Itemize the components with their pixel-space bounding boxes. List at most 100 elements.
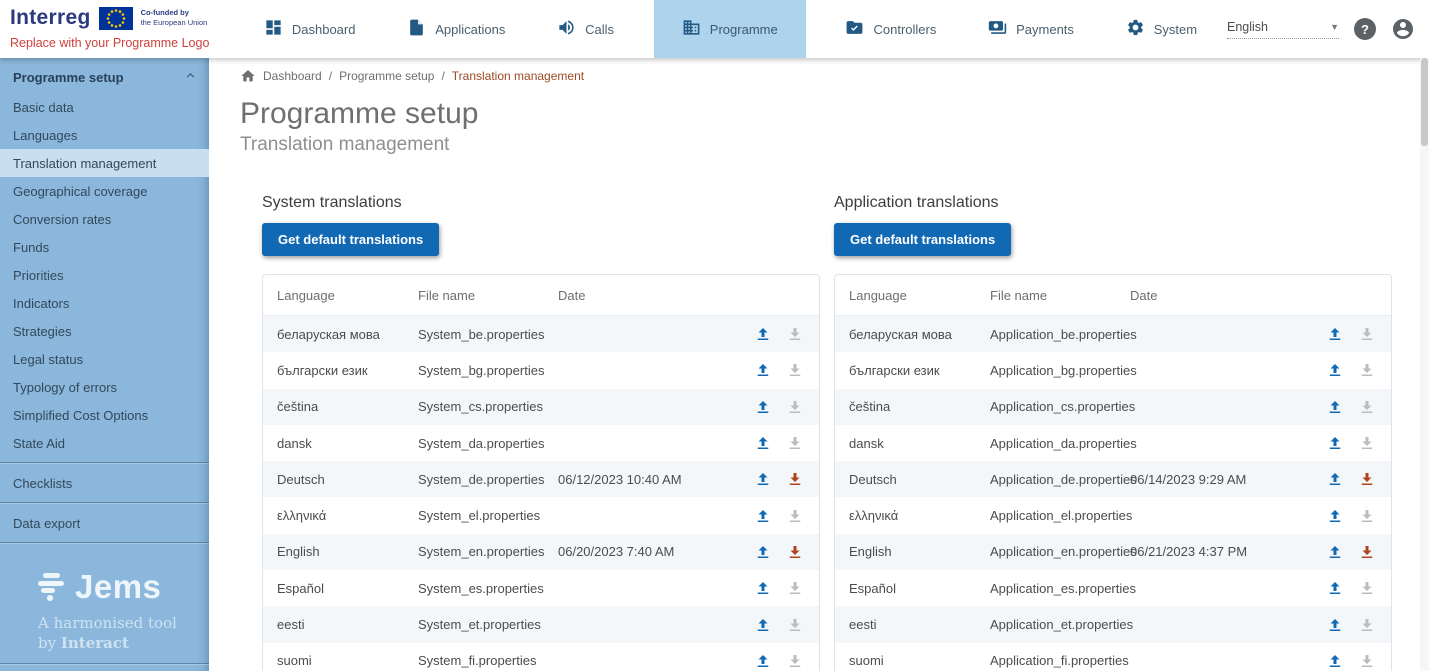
vertical-scrollbar[interactable]	[1420, 58, 1429, 671]
nav-calls[interactable]: Calls	[545, 0, 626, 58]
nav-label: Dashboard	[292, 22, 356, 37]
upload-icon[interactable]	[754, 579, 772, 597]
breadcrumb-item-translation-management: Translation management	[452, 69, 584, 83]
column-header-file-name: File name	[990, 288, 1130, 303]
upload-icon[interactable]	[754, 434, 772, 452]
table-header-row: LanguageFile nameDate	[835, 275, 1391, 316]
sidebar-item-data-export[interactable]: Data export	[0, 509, 209, 537]
get-default-translations-button[interactable]: Get default translations	[262, 223, 439, 256]
sidebar-item-typology-of-errors[interactable]: Typology of errors	[0, 373, 209, 401]
date-cell: 06/20/2023 7:40 AM	[558, 544, 726, 559]
upload-icon[interactable]	[1326, 398, 1344, 416]
nav-programme[interactable]: Programme	[654, 0, 806, 58]
calls-icon	[557, 18, 576, 40]
nav-label: System	[1154, 22, 1197, 37]
upload-icon[interactable]	[1326, 470, 1344, 488]
download-icon	[786, 325, 804, 343]
download-icon	[786, 361, 804, 379]
upload-icon[interactable]	[754, 325, 772, 343]
file-name-cell: Application_bg.properties	[990, 363, 1130, 378]
language-cell: Español	[835, 581, 990, 596]
download-icon	[786, 434, 804, 452]
translations-table: LanguageFile nameDateбеларуская моваSyst…	[262, 274, 820, 671]
upload-icon[interactable]	[1326, 325, 1344, 343]
language-cell: eesti	[263, 617, 418, 632]
language-cell: English	[835, 544, 990, 559]
nav-payments[interactable]: Payments	[976, 0, 1086, 58]
breadcrumb-item-programme-setup[interactable]: Programme setup	[339, 69, 434, 83]
upload-icon[interactable]	[754, 398, 772, 416]
table-header-row: LanguageFile nameDate	[263, 275, 819, 316]
home-icon[interactable]	[240, 68, 256, 84]
sidebar-divider	[0, 462, 209, 464]
upload-icon[interactable]	[754, 652, 772, 670]
download-icon	[1358, 579, 1376, 597]
nav-label: Applications	[435, 22, 505, 37]
sidebar-item-basic-data[interactable]: Basic data	[0, 93, 209, 121]
application-translations-card: Application translationsGet default tran…	[834, 194, 1392, 671]
chevron-up-icon	[184, 69, 197, 85]
jems-logo: Jems A harmonised tool by Interact	[0, 568, 209, 654]
user-icon[interactable]	[1391, 17, 1415, 41]
sidebar-item-indicators[interactable]: Indicators	[0, 289, 209, 317]
sidebar-item-funds[interactable]: Funds	[0, 233, 209, 261]
download-icon	[1358, 361, 1376, 379]
programme-icon	[682, 18, 701, 40]
table-row: беларуская моваSystem_be.properties	[263, 316, 819, 352]
download-icon[interactable]	[786, 543, 804, 561]
upload-icon[interactable]	[1326, 507, 1344, 525]
download-icon[interactable]	[1358, 543, 1376, 561]
upload-icon[interactable]	[1326, 579, 1344, 597]
sidebar-item-priorities[interactable]: Priorities	[0, 261, 209, 289]
language-cell: čeština	[835, 399, 990, 414]
sidebar-item-translation-management[interactable]: Translation management	[0, 149, 209, 177]
upload-icon[interactable]	[754, 470, 772, 488]
language-cell: беларуская мова	[835, 327, 990, 342]
file-name-cell: Application_fi.properties	[990, 653, 1130, 668]
table-row: eestiApplication_et.properties	[835, 606, 1391, 642]
download-icon	[1358, 434, 1376, 452]
table-row: ελληνικάApplication_el.properties	[835, 497, 1391, 533]
sidebar-item-strategies[interactable]: Strategies	[0, 317, 209, 345]
language-cell: dansk	[835, 436, 990, 451]
language-selector[interactable]: English ▼	[1227, 20, 1339, 39]
upload-icon[interactable]	[754, 543, 772, 561]
chevron-down-icon: ▼	[1330, 22, 1339, 32]
table-row: EnglishSystem_en.properties06/20/2023 7:…	[263, 534, 819, 570]
breadcrumb-item-dashboard[interactable]: Dashboard	[263, 69, 322, 83]
upload-icon[interactable]	[1326, 434, 1344, 452]
download-icon[interactable]	[786, 470, 804, 488]
section-title: System translations	[262, 194, 820, 212]
breadcrumb-separator: /	[329, 69, 332, 83]
sidebar-item-simplified-cost-options[interactable]: Simplified Cost Options	[0, 401, 209, 429]
sidebar-item-legal-status[interactable]: Legal status	[0, 345, 209, 373]
file-name-cell: Application_da.properties	[990, 436, 1130, 451]
upload-icon[interactable]	[1326, 652, 1344, 670]
nav-system[interactable]: System	[1114, 0, 1209, 58]
main-content: Dashboard/Programme setup/Translation ma…	[209, 58, 1429, 671]
help-icon[interactable]: ?	[1354, 18, 1376, 40]
sidebar-item-state-aid[interactable]: State Aid	[0, 429, 209, 457]
nav-applications[interactable]: Applications	[395, 0, 517, 58]
upload-icon[interactable]	[754, 616, 772, 634]
upload-icon[interactable]	[1326, 543, 1344, 561]
sidebar-item-languages[interactable]: Languages	[0, 121, 209, 149]
sidebar-item-conversion-rates[interactable]: Conversion rates	[0, 205, 209, 233]
get-default-translations-button[interactable]: Get default translations	[834, 223, 1011, 256]
scrollbar-thumb[interactable]	[1421, 58, 1428, 146]
sidebar-section-programme-setup[interactable]: Programme setup	[0, 58, 209, 93]
upload-icon[interactable]	[754, 361, 772, 379]
nav-label: Calls	[585, 22, 614, 37]
upload-icon[interactable]	[754, 507, 772, 525]
upload-icon[interactable]	[1326, 361, 1344, 379]
language-cell: suomi	[835, 653, 990, 668]
sidebar-item-geographical-coverage[interactable]: Geographical coverage	[0, 177, 209, 205]
upload-icon[interactable]	[1326, 616, 1344, 634]
translations-table: LanguageFile nameDate беларуская мова Appl…	[834, 274, 1392, 671]
nav-controllers[interactable]: Controllers	[833, 0, 948, 58]
sidebar: Programme setupBasic dataLanguagesTransl…	[0, 58, 209, 671]
file-name-cell: System_de.properties	[418, 472, 558, 487]
sidebar-item-checklists[interactable]: Checklists	[0, 469, 209, 497]
download-icon[interactable]	[1358, 470, 1376, 488]
nav-dashboard[interactable]: Dashboard	[252, 0, 368, 58]
